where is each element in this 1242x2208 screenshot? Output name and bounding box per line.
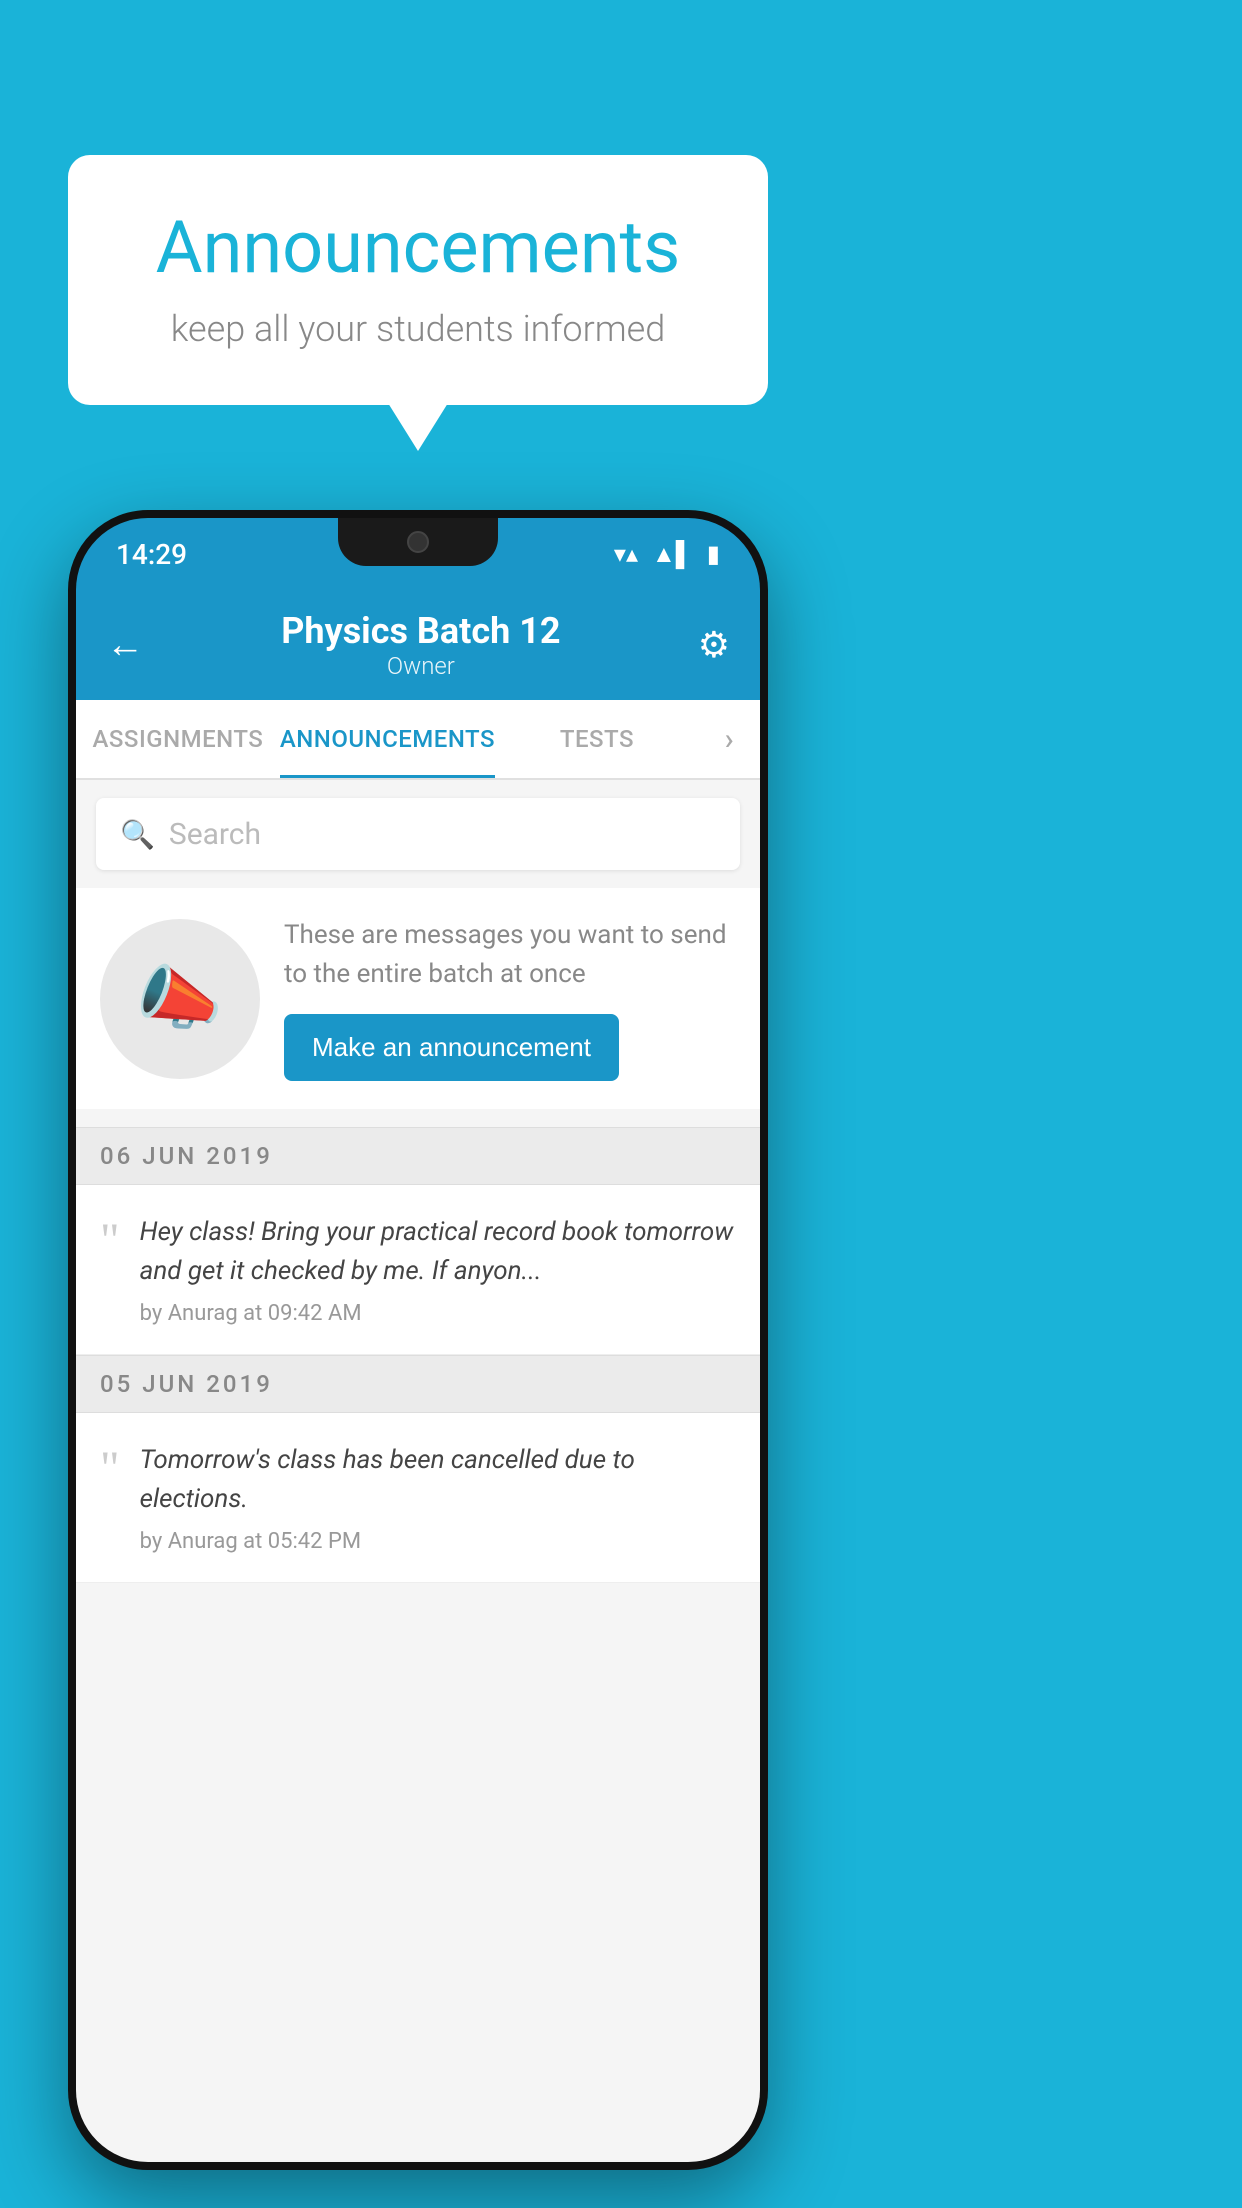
header-role-subtitle: Owner (281, 652, 560, 680)
speech-bubble-container: Announcements keep all your students inf… (68, 155, 768, 405)
status-icons: ▾▴ ▲▌ ▮ (614, 540, 720, 569)
back-button[interactable]: ← (106, 623, 144, 667)
speech-bubble: Announcements keep all your students inf… (68, 155, 768, 405)
side-button-vol-down (68, 968, 72, 1048)
content-area: 🔍 Search 📣 These are messages you want t… (76, 780, 760, 2162)
battery-icon: ▮ (707, 540, 720, 568)
promo-icon-circle: 📣 (100, 919, 260, 1079)
announcement-text-1: Tomorrow's class has been cancelled due … (140, 1441, 736, 1519)
side-button-power (764, 918, 768, 1048)
header-title-group: Physics Batch 12 Owner (281, 610, 560, 680)
signal-icon: ▲▌ (652, 540, 693, 569)
status-bar: 14:29 ▾▴ ▲▌ ▮ (76, 518, 760, 590)
announcement-item-1[interactable]: " Tomorrow's class has been cancelled du… (76, 1413, 760, 1583)
megaphone-icon: 📣 (136, 958, 223, 1040)
search-icon: 🔍 (120, 818, 155, 851)
phone-notch (338, 518, 498, 566)
wifi-icon: ▾▴ (614, 540, 638, 568)
tab-assignments[interactable]: ASSIGNMENTS (76, 700, 280, 778)
announcement-item-0[interactable]: " Hey class! Bring your practical record… (76, 1185, 760, 1355)
phone-mockup: 14:29 ▾▴ ▲▌ ▮ ← Physics Batch 12 Owner ⚙… (68, 510, 768, 2170)
date-separator-jun6: 06 JUN 2019 (76, 1127, 760, 1185)
promo-card: 📣 These are messages you want to send to… (76, 888, 760, 1109)
speech-bubble-subtitle: keep all your students informed (128, 308, 708, 350)
announcement-meta-0: by Anurag at 09:42 AM (140, 1301, 736, 1326)
front-camera (407, 531, 429, 553)
app-header: ← Physics Batch 12 Owner ⚙ (76, 590, 760, 700)
tab-announcements[interactable]: ANNOUNCEMENTS (280, 700, 495, 778)
search-bar[interactable]: 🔍 Search (96, 798, 740, 870)
announcement-text-0: Hey class! Bring your practical record b… (140, 1213, 736, 1291)
quote-icon-1: " (100, 1445, 120, 1554)
announcement-content-1: Tomorrow's class has been cancelled due … (140, 1441, 736, 1554)
date-separator-jun5: 05 JUN 2019 (76, 1355, 760, 1413)
announcement-meta-1: by Anurag at 05:42 PM (140, 1529, 736, 1554)
promo-description: These are messages you want to send to t… (284, 916, 736, 994)
tab-bar: ASSIGNMENTS ANNOUNCEMENTS TESTS › (76, 700, 760, 780)
announcement-content-0: Hey class! Bring your practical record b… (140, 1213, 736, 1326)
side-button-vol-up (68, 858, 72, 938)
quote-icon-0: " (100, 1217, 120, 1326)
tab-tests[interactable]: TESTS (495, 700, 699, 778)
header-batch-title: Physics Batch 12 (281, 610, 560, 652)
make-announcement-button[interactable]: Make an announcement (284, 1014, 619, 1081)
speech-bubble-title: Announcements (128, 205, 708, 290)
search-placeholder-text: Search (169, 817, 261, 852)
promo-content: These are messages you want to send to t… (284, 916, 736, 1081)
settings-icon[interactable]: ⚙ (698, 624, 730, 666)
tab-more[interactable]: › (699, 700, 760, 778)
status-time: 14:29 (116, 538, 187, 571)
